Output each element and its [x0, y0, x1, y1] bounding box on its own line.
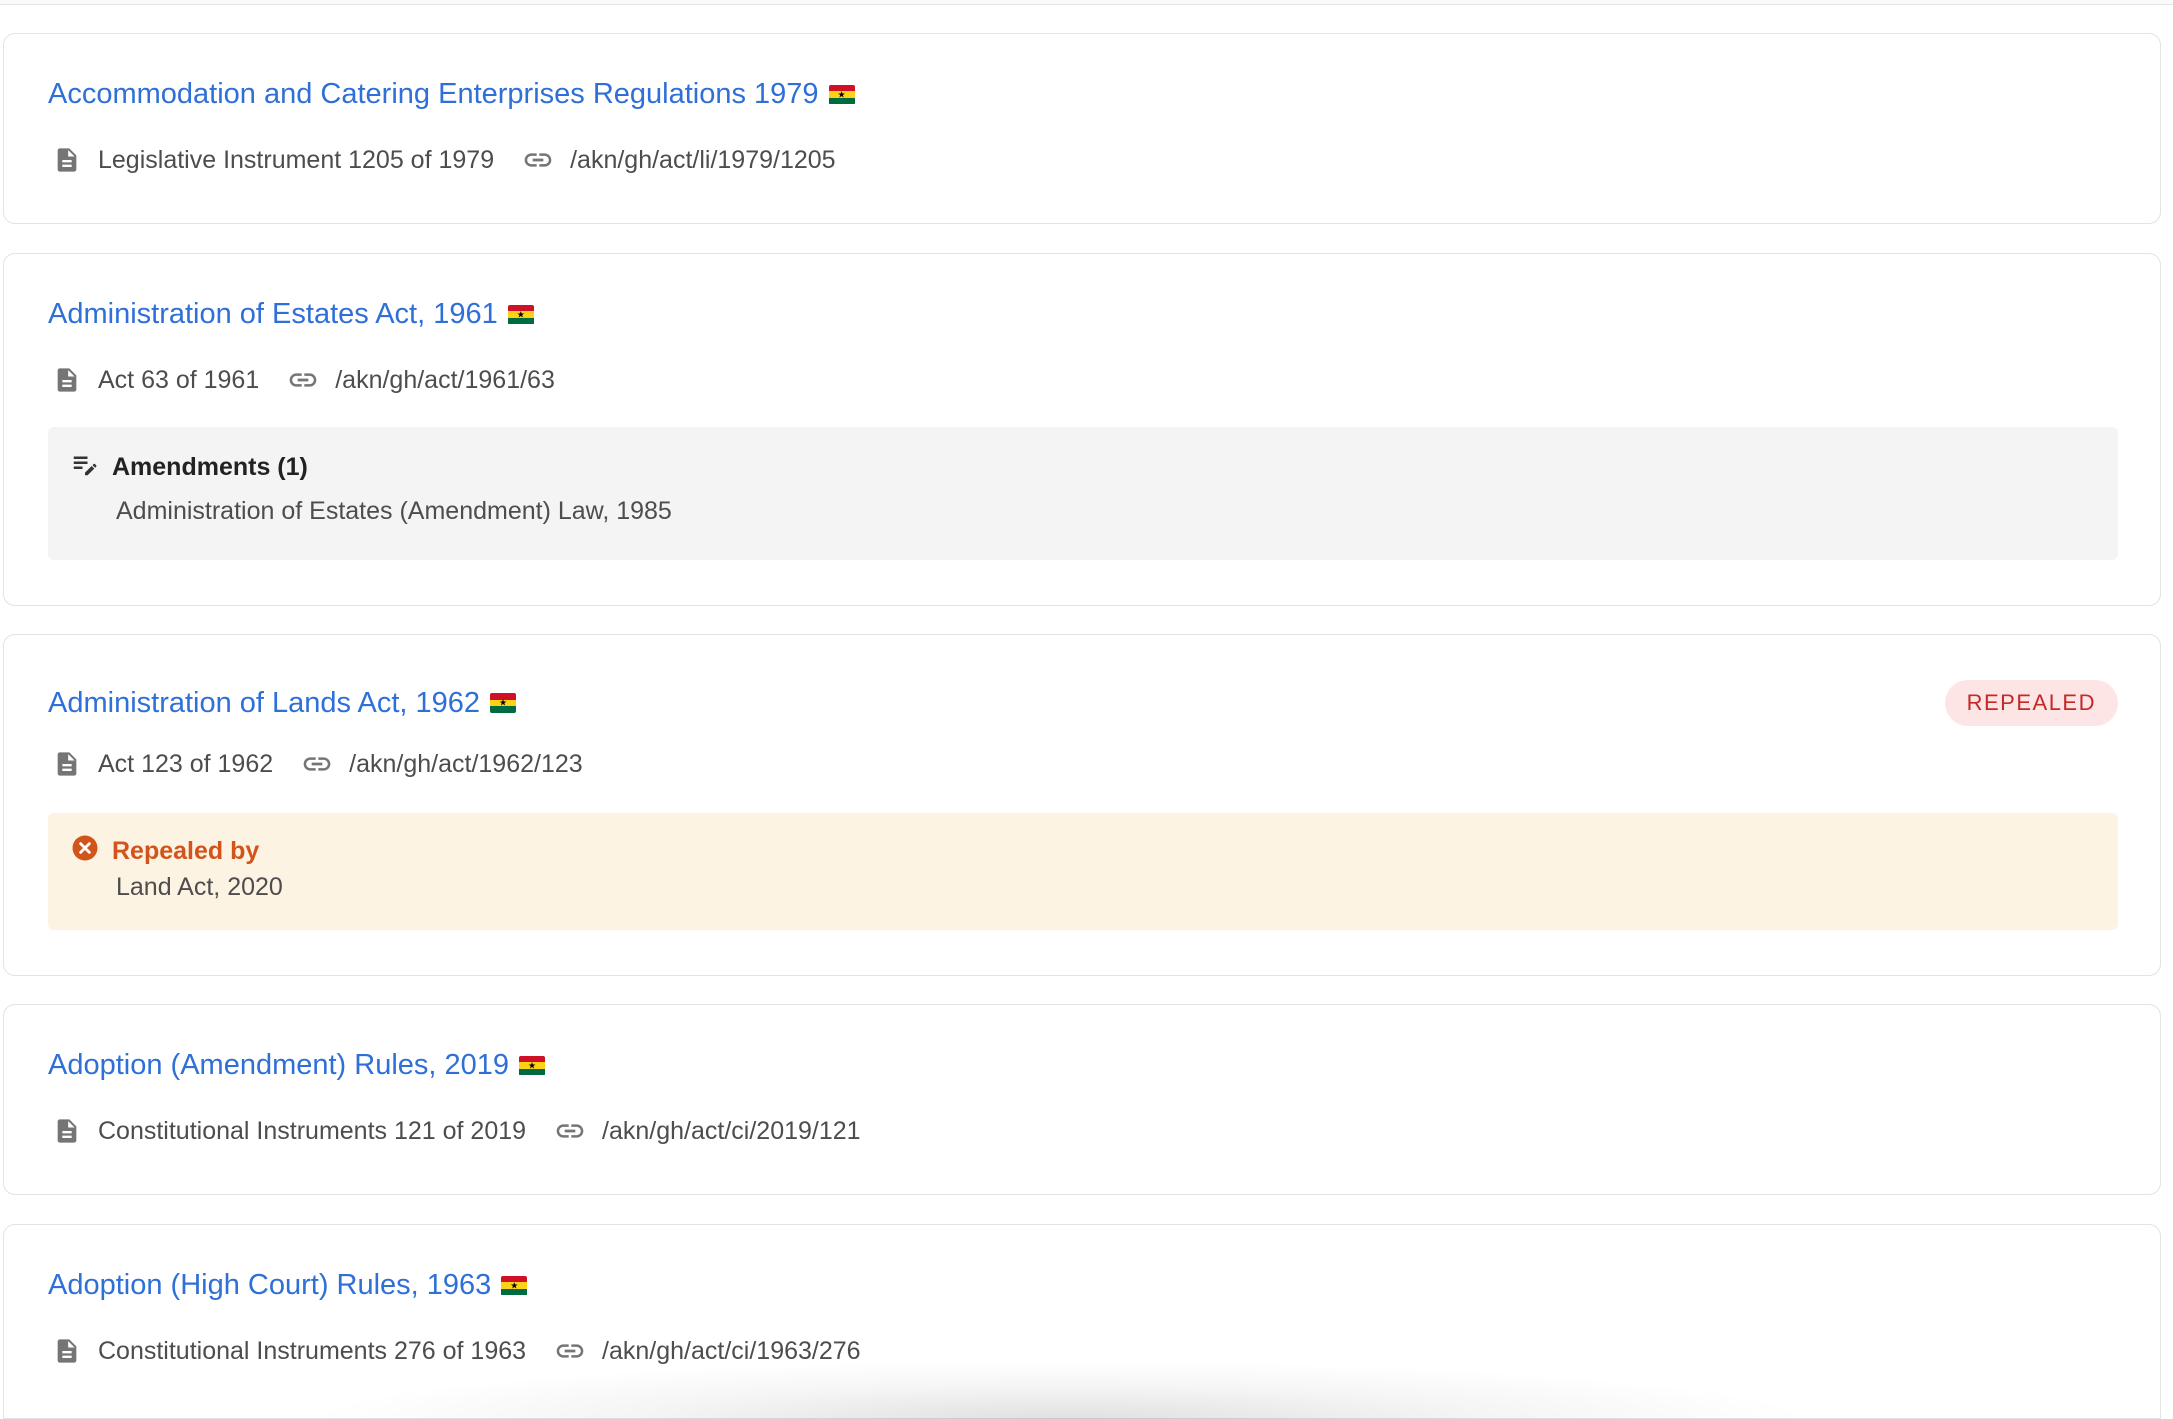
- result-title-link[interactable]: Administration of Lands Act, 1962: [48, 687, 480, 720]
- cancel-circle-icon: [70, 833, 100, 870]
- frbr-uri-text: /akn/gh/act/1962/123: [349, 749, 583, 778]
- document-icon: [52, 365, 82, 395]
- amendment-link[interactable]: Administration of Estates (Amendment) La…: [116, 497, 672, 525]
- link-icon: [554, 1335, 586, 1367]
- repealed-heading: Repealed by: [112, 837, 260, 865]
- frbr-uri-text: /akn/gh/act/ci/1963/276: [602, 1336, 861, 1365]
- result-card: Adoption (Amendment) Rules, 2019 ★ Const…: [3, 1004, 2161, 1195]
- link-icon: [554, 1115, 586, 1147]
- document-icon: [52, 1336, 82, 1366]
- results-page: Accommodation and Catering Enterprises R…: [0, 0, 2173, 1419]
- frbr-uri-text: /akn/gh/act/ci/2019/121: [602, 1116, 861, 1145]
- result-title-link[interactable]: Adoption (Amendment) Rules, 2019: [48, 1049, 509, 1082]
- ghana-flag-icon: ★: [828, 84, 855, 105]
- result-card: Adoption (High Court) Rules, 1963 ★ Cons…: [3, 1224, 2161, 1419]
- amendments-panel: Amendments (1) Administration of Estates…: [48, 427, 2118, 560]
- top-divider: [0, 0, 2173, 5]
- result-title-link[interactable]: Accommodation and Catering Enterprises R…: [48, 78, 819, 111]
- repealed-badge: REPEALED: [1944, 680, 2118, 726]
- edit-notes-icon: [70, 449, 100, 486]
- amendments-heading: Amendments (1): [112, 453, 308, 481]
- citation-text: Act 63 of 1961: [98, 365, 260, 394]
- document-icon: [52, 145, 82, 175]
- link-icon: [522, 144, 554, 176]
- result-card: Accommodation and Catering Enterprises R…: [3, 33, 2161, 224]
- document-icon: [52, 1116, 82, 1146]
- frbr-uri-text: /akn/gh/act/1961/63: [335, 365, 555, 394]
- ghana-flag-icon: ★: [490, 693, 517, 713]
- ghana-flag-icon: ★: [507, 304, 534, 325]
- result-title-link[interactable]: Adoption (High Court) Rules, 1963: [48, 1269, 491, 1302]
- ghana-flag-icon: ★: [501, 1275, 528, 1296]
- citation-text: Legislative Instrument 1205 of 1979: [98, 145, 495, 174]
- result-card: Administration of Lands Act, 1962 ★ REPE…: [3, 634, 2161, 976]
- result-title-link[interactable]: Administration of Estates Act, 1961: [48, 298, 498, 331]
- ghana-flag-icon: ★: [519, 1055, 546, 1076]
- link-icon: [301, 748, 333, 780]
- document-icon: [52, 749, 82, 779]
- repealing-act-link[interactable]: Land Act, 2020: [116, 873, 283, 901]
- citation-text: Constitutional Instruments 121 of 2019: [98, 1116, 527, 1145]
- link-icon: [287, 364, 319, 396]
- result-card: Administration of Estates Act, 1961 ★ Ac…: [3, 253, 2161, 606]
- repealed-panel: Repealed by Land Act, 2020: [48, 813, 2118, 930]
- citation-text: Act 123 of 1962: [98, 749, 274, 778]
- citation-text: Constitutional Instruments 276 of 1963: [98, 1336, 527, 1365]
- frbr-uri-text: /akn/gh/act/li/1979/1205: [570, 145, 836, 174]
